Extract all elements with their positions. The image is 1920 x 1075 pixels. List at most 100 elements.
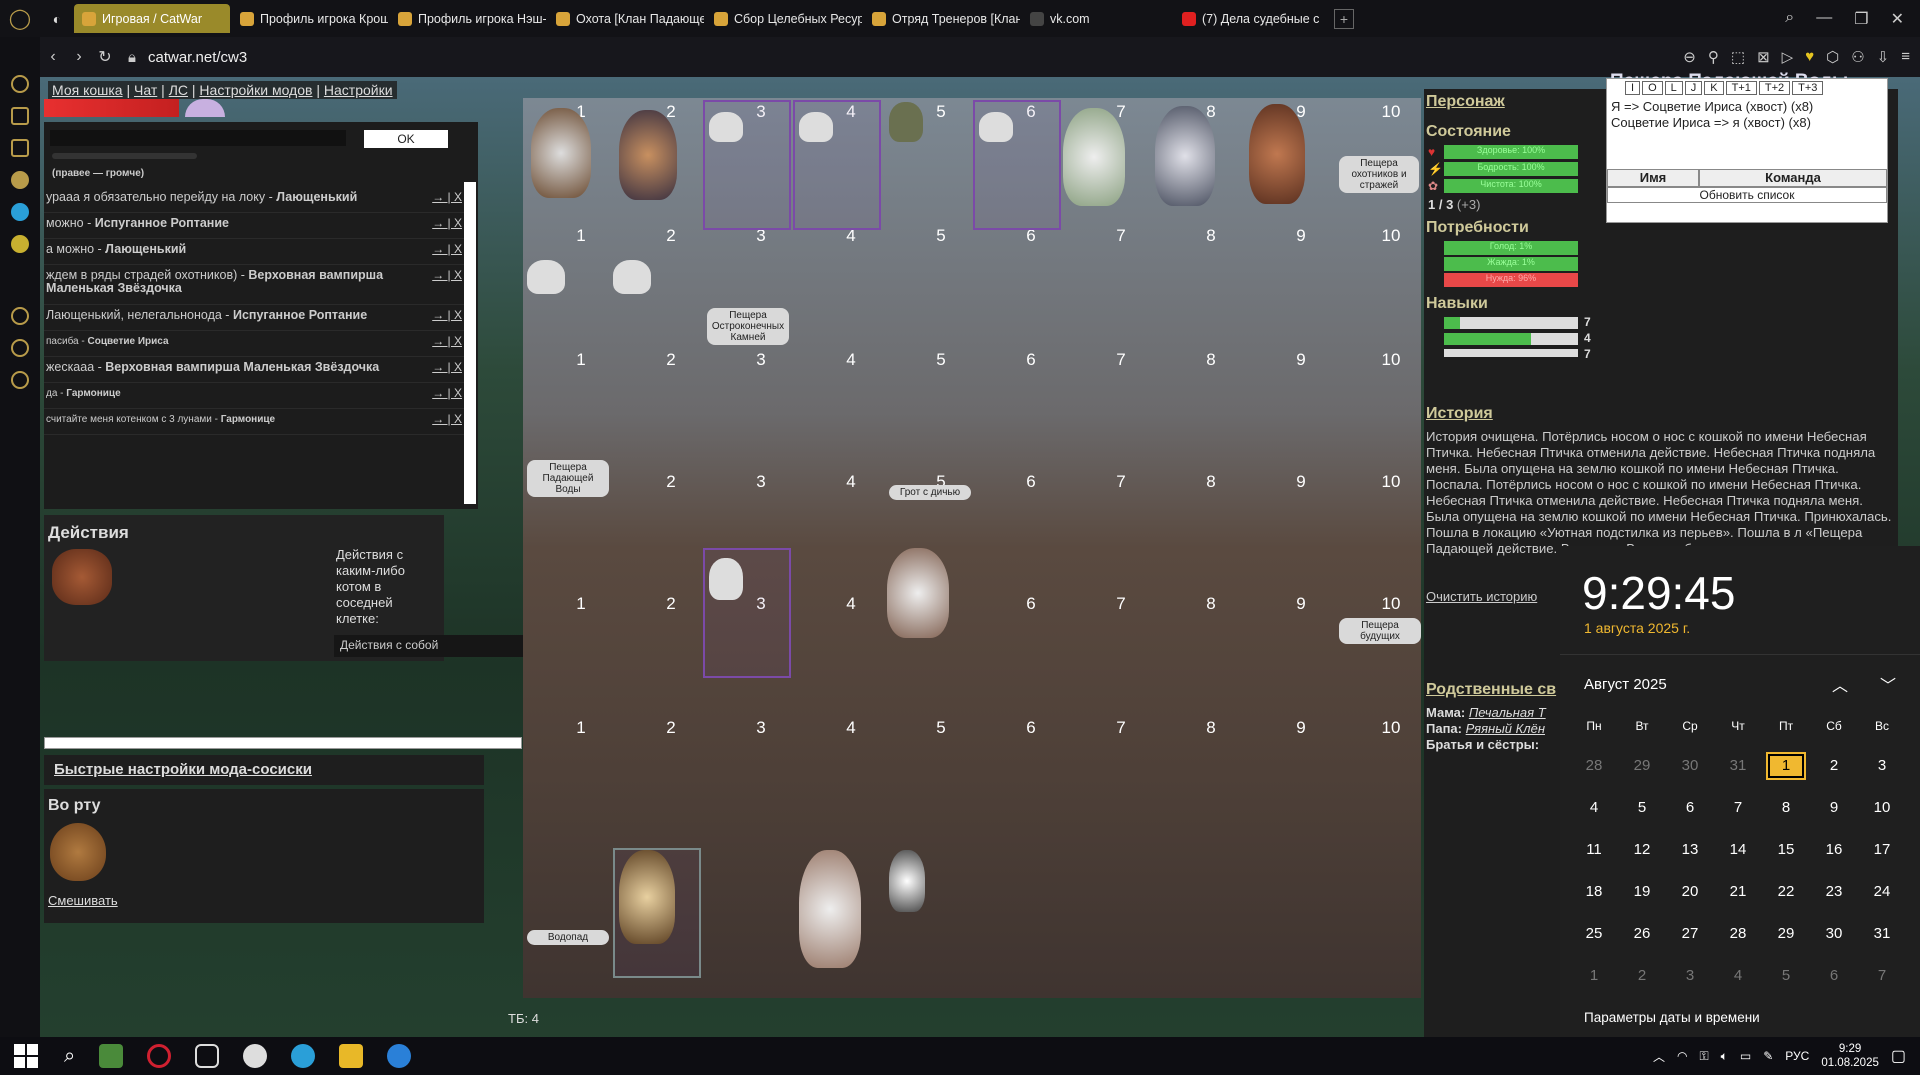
calendar-day[interactable]: 2 bbox=[1814, 752, 1854, 780]
tray-chevron-icon[interactable]: ︿ bbox=[1653, 1048, 1665, 1065]
browser-tab[interactable]: Сбор Целебных Ресурсо bbox=[706, 4, 862, 33]
chat-message-author[interactable]: Соцветие Ириса bbox=[88, 336, 169, 347]
calendar-day[interactable]: 20 bbox=[1670, 878, 1710, 906]
calendar-day[interactable]: 7 bbox=[1862, 962, 1902, 990]
prev-month-icon[interactable]: ︿ bbox=[1832, 672, 1848, 696]
calendar-day[interactable]: 3 bbox=[1862, 752, 1902, 780]
spotify-icon[interactable] bbox=[11, 235, 29, 253]
calendar-day[interactable]: 29 bbox=[1622, 752, 1662, 780]
calendar-day[interactable]: 2 bbox=[1622, 962, 1662, 990]
app-icon[interactable] bbox=[195, 1044, 220, 1068]
calendar-day[interactable]: 3 bbox=[1670, 962, 1710, 990]
clear-history-link[interactable]: Очистить историю bbox=[1426, 589, 1537, 604]
back-icon[interactable]: ‹ bbox=[40, 48, 66, 66]
chat-message-author[interactable]: Испуганное Роптание bbox=[233, 308, 367, 322]
calendar-day[interactable]: 6 bbox=[1814, 962, 1854, 990]
nav-mod-settings[interactable]: Настройки модов bbox=[199, 82, 312, 98]
reload-icon[interactable]: ↻ bbox=[92, 47, 118, 67]
chat-message-author[interactable]: Лающенький bbox=[105, 242, 186, 256]
calendar-day[interactable]: 18 bbox=[1574, 878, 1614, 906]
close-icon[interactable]: ✕ bbox=[1891, 9, 1904, 29]
calendar-day[interactable]: 30 bbox=[1814, 920, 1854, 948]
chat-message-actions[interactable]: → | X bbox=[432, 269, 462, 282]
kitten[interactable] bbox=[979, 112, 1013, 142]
calendar-day[interactable]: 8 bbox=[1766, 794, 1806, 822]
cat[interactable] bbox=[887, 548, 949, 638]
ai-icon[interactable] bbox=[11, 75, 29, 93]
calendar-day[interactable]: 5 bbox=[1766, 962, 1806, 990]
taskbar-clock[interactable]: 9:29 01.08.2025 bbox=[1821, 1042, 1879, 1070]
location-future-cave[interactable]: Пещера будущих bbox=[1339, 618, 1421, 644]
chat-message-actions[interactable]: → | X bbox=[432, 387, 462, 400]
minecraft-icon[interactable] bbox=[99, 1044, 124, 1068]
opera-menu-icon[interactable]: ◯ bbox=[0, 6, 40, 31]
extensions-sidebar-icon[interactable] bbox=[11, 339, 29, 357]
calendar-day[interactable]: 29 bbox=[1766, 920, 1806, 948]
calendar-day[interactable]: 6 bbox=[1670, 794, 1710, 822]
calendar-day[interactable]: 16 bbox=[1814, 836, 1854, 864]
minichat-filter-button[interactable]: O bbox=[1642, 81, 1663, 95]
profile-icon[interactable]: ⚇ bbox=[1851, 48, 1864, 66]
calendar-day[interactable]: 24 bbox=[1862, 878, 1902, 906]
network-icon[interactable]: ⚿ bbox=[1700, 1049, 1709, 1064]
play-icon[interactable]: ▷ bbox=[1782, 48, 1794, 66]
history-title[interactable]: История bbox=[1426, 405, 1493, 423]
clock-date[interactable]: 1 августа 2025 г. bbox=[1584, 620, 1690, 636]
calendar-day[interactable]: 31 bbox=[1718, 752, 1758, 780]
extensions-icon[interactable]: ⬡ bbox=[1826, 48, 1839, 66]
telegram-icon[interactable] bbox=[11, 203, 29, 221]
chat-message-author[interactable]: Испуганное Роптание bbox=[95, 216, 229, 230]
kitten[interactable] bbox=[709, 112, 743, 142]
calendar-day[interactable]: 28 bbox=[1574, 752, 1614, 780]
calendar-day[interactable]: 26 bbox=[1622, 920, 1662, 948]
shop-icon[interactable] bbox=[11, 107, 29, 125]
browser-tab[interactable]: vk.com bbox=[1022, 4, 1172, 33]
calendar-day[interactable]: 27 bbox=[1670, 920, 1710, 948]
date-time-settings-link[interactable]: Параметры даты и времени bbox=[1584, 1010, 1760, 1025]
restore-icon[interactable]: ❐ bbox=[1854, 9, 1868, 29]
nav-pm[interactable]: ЛС bbox=[169, 82, 188, 98]
twitch-icon[interactable] bbox=[11, 139, 29, 157]
chat-message-author[interactable]: Гармонице bbox=[66, 388, 120, 399]
settings-icon[interactable] bbox=[11, 371, 29, 389]
calendar-day[interactable]: 12 bbox=[1622, 836, 1662, 864]
calendar-day[interactable]: 15 bbox=[1766, 836, 1806, 864]
calendar-day[interactable]: 31 bbox=[1862, 920, 1902, 948]
character-title[interactable]: Персонаж bbox=[1426, 93, 1505, 111]
download-icon[interactable]: ⇩ bbox=[1877, 48, 1890, 66]
calendar-day[interactable]: 10 bbox=[1862, 794, 1902, 822]
calendar-day[interactable]: 14 bbox=[1718, 836, 1758, 864]
minimize-icon[interactable]: — bbox=[1816, 9, 1832, 29]
mix-link[interactable]: Смешивать bbox=[48, 893, 118, 908]
browser-tab[interactable]: (7) Дела судебные с bbox=[1174, 4, 1330, 33]
history-icon[interactable] bbox=[11, 307, 29, 325]
volume-icon[interactable]: 🔈︎ bbox=[1721, 1049, 1728, 1064]
calendar-day[interactable]: 9 bbox=[1814, 794, 1854, 822]
my-cat[interactable] bbox=[619, 850, 675, 944]
minichat-filter-button[interactable]: J bbox=[1684, 81, 1703, 95]
nav-chat[interactable]: Чат bbox=[134, 82, 157, 98]
month-title[interactable]: Август 2025 bbox=[1584, 676, 1667, 693]
zoom-icon[interactable]: ⊖ bbox=[1683, 48, 1696, 66]
steam-icon[interactable] bbox=[243, 1044, 268, 1068]
chat-scrollbar[interactable] bbox=[464, 182, 476, 504]
adblock-icon[interactable]: ⊠ bbox=[1757, 48, 1770, 66]
calendar-day[interactable]: 30 bbox=[1670, 752, 1710, 780]
kitten[interactable] bbox=[709, 558, 743, 600]
location-prey-grotto[interactable]: Грот с дичью bbox=[889, 485, 971, 500]
chat-message-actions[interactable]: → | X bbox=[432, 243, 462, 256]
calendar-day[interactable]: 1 bbox=[1574, 962, 1614, 990]
minichat-filter-button[interactable]: T+2 bbox=[1758, 81, 1791, 95]
browser-tab[interactable]: Отряд Тренеров [Клан П bbox=[864, 4, 1020, 33]
pen-icon[interactable]: ✎ bbox=[1763, 1049, 1773, 1063]
chat-ok-button[interactable]: OK bbox=[364, 130, 448, 148]
chat-input[interactable] bbox=[50, 130, 346, 146]
cat[interactable] bbox=[1155, 106, 1215, 206]
chat-message-actions[interactable]: → | X bbox=[432, 335, 462, 348]
browser-tab[interactable]: Охота [Клан Падающей В bbox=[548, 4, 704, 33]
chat-message-author[interactable]: Лающенький bbox=[276, 190, 357, 204]
cat[interactable] bbox=[531, 108, 591, 198]
telegram-icon[interactable] bbox=[291, 1044, 316, 1068]
windows-start-icon[interactable] bbox=[14, 1044, 38, 1068]
chat-message-author[interactable]: Верховная вампирша Маленькая Звёздочка bbox=[105, 360, 379, 374]
